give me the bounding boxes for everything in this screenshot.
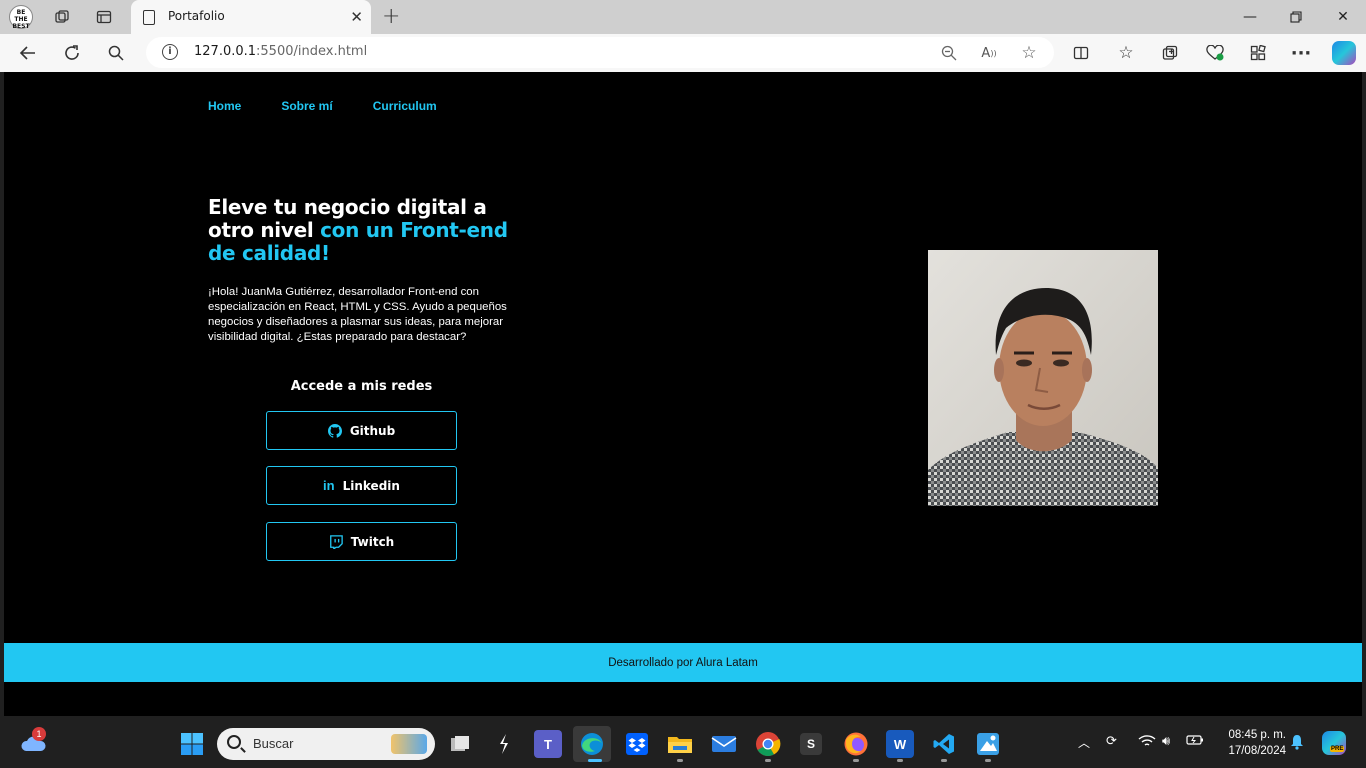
firefox-running-indicator	[853, 759, 859, 762]
chrome-running-indicator	[765, 759, 771, 762]
zoom-out-icon[interactable]	[938, 42, 960, 64]
social-heading: Accede a mis redes	[290, 379, 433, 394]
hero-title: Eleve tu negocio digital a otro nivel co…	[208, 196, 528, 265]
search-icon	[227, 735, 241, 749]
read-aloud-icon[interactable]: A))	[978, 42, 1000, 64]
refresh-icon[interactable]	[59, 40, 85, 66]
teams-icon[interactable]: T	[534, 730, 562, 758]
word-icon[interactable]: W	[886, 730, 914, 758]
notification-badge: 1	[32, 727, 46, 741]
nav-link-home[interactable]: Home	[208, 99, 241, 113]
profile-avatar[interactable]: BE THE BEST	[9, 5, 33, 30]
nav-link-sobre-mi[interactable]: Sobre mí	[281, 99, 332, 113]
sublime-icon[interactable]	[490, 730, 518, 758]
browser-tab[interactable]: Portafolio ✕	[131, 0, 371, 34]
linkedin-button[interactable]: in Linkedin	[266, 466, 457, 505]
clock-date: 17/08/2024	[1228, 745, 1286, 757]
s-app-icon[interactable]: S	[800, 733, 822, 755]
clock[interactable]: 08:45 p. m. 17/08/2024	[1212, 727, 1286, 759]
file-explorer-icon[interactable]	[666, 730, 694, 758]
twitch-label: Twitch	[350, 534, 395, 549]
address-bar[interactable]: i 127.0.0.1:5500/index.html A)) ☆	[146, 37, 1054, 68]
paint-icon[interactable]	[974, 730, 1002, 758]
vscode-icon[interactable]	[930, 730, 958, 758]
copilot-taskbar-icon[interactable]: PRE	[1322, 731, 1346, 755]
linkedin-label: Linkedin	[342, 478, 400, 493]
sync-icon[interactable]: ⟳	[1106, 734, 1117, 749]
taskbar-search[interactable]: Buscar	[217, 728, 435, 760]
copilot-badge: PRE	[1330, 746, 1345, 752]
taskbar: 1 Buscar T S W ︿ ⟳ 🔊︎ 08:45 p. m. 17/08/…	[0, 720, 1366, 768]
collections-icon[interactable]	[1157, 40, 1183, 66]
edge-running-indicator	[588, 759, 602, 762]
split-screen-icon[interactable]	[1068, 40, 1094, 66]
start-icon[interactable]	[178, 730, 206, 758]
edge-icon[interactable]	[573, 726, 611, 762]
search-icon[interactable]	[103, 40, 129, 66]
firefox-icon[interactable]	[842, 730, 870, 758]
linkedin-icon: in	[323, 478, 335, 493]
site-footer: Desarrollado por Alura Latam	[4, 643, 1362, 682]
twitch-button[interactable]: Twitch	[266, 522, 457, 561]
copilot-icon[interactable]	[1332, 41, 1356, 65]
clock-time: 08:45 p. m.	[1228, 729, 1286, 741]
mail-icon[interactable]	[710, 730, 738, 758]
close-icon[interactable]: ✕	[350, 8, 363, 26]
site-nav: Home Sobre mí Curriculum	[208, 99, 437, 113]
volume-icon[interactable]: 🔊︎	[1162, 734, 1170, 749]
word-running-indicator	[897, 759, 903, 762]
tab-actions-icon[interactable]	[92, 6, 116, 28]
chevron-up-icon[interactable]: ︿	[1078, 734, 1090, 751]
page-viewport: Home Sobre mí Curriculum Eleve tu negoci…	[4, 72, 1362, 716]
task-view-icon[interactable]	[447, 730, 475, 758]
extensions-icon[interactable]	[1245, 40, 1271, 66]
chrome-icon[interactable]	[754, 730, 782, 758]
profile-photo	[928, 250, 1158, 506]
browser-essentials-icon[interactable]	[1202, 40, 1228, 66]
search-placeholder: Buscar	[253, 736, 294, 751]
page-icon	[143, 10, 155, 25]
paint-running-indicator	[985, 759, 991, 762]
favorite-star-icon[interactable]: ☆	[1018, 42, 1040, 64]
twitch-icon	[329, 534, 343, 549]
notifications-bell-icon[interactable]	[1290, 734, 1304, 754]
dropbox-icon[interactable]	[623, 730, 651, 758]
more-icon[interactable]: ···	[1288, 40, 1314, 66]
github-label: Github	[349, 423, 396, 438]
minimize-icon[interactable]: —	[1227, 4, 1273, 30]
info-icon[interactable]: i	[162, 44, 178, 60]
favorites-icon[interactable]: ☆	[1113, 40, 1139, 66]
workspaces-icon[interactable]	[50, 6, 74, 28]
weather-icon[interactable]: 1	[18, 727, 48, 758]
vscode-running-indicator	[941, 759, 947, 762]
new-tab-icon[interactable]: +	[382, 4, 400, 29]
github-icon	[327, 423, 342, 438]
github-button[interactable]: Github	[266, 411, 457, 450]
nav-link-curriculum[interactable]: Curriculum	[373, 99, 437, 113]
battery-icon[interactable]	[1186, 734, 1204, 750]
url-text[interactable]: 127.0.0.1:5500/index.html	[194, 44, 367, 59]
back-icon[interactable]	[15, 40, 41, 66]
window-close-icon[interactable]: ✕	[1320, 4, 1366, 30]
explorer-running-indicator	[677, 759, 683, 762]
hero-description: ¡Hola! JuanMa Gutiérrez, desarrollador F…	[208, 286, 507, 343]
wifi-icon[interactable]	[1138, 734, 1156, 752]
browser-toolbar: i 127.0.0.1:5500/index.html A)) ☆ ☆ ···	[0, 34, 1366, 72]
tab-title: Portafolio	[168, 9, 225, 23]
restore-icon[interactable]	[1273, 4, 1319, 30]
tab-strip: BE THE BEST Portafolio ✕ + — ✕	[0, 0, 1366, 34]
search-highlight-icon	[391, 734, 427, 754]
